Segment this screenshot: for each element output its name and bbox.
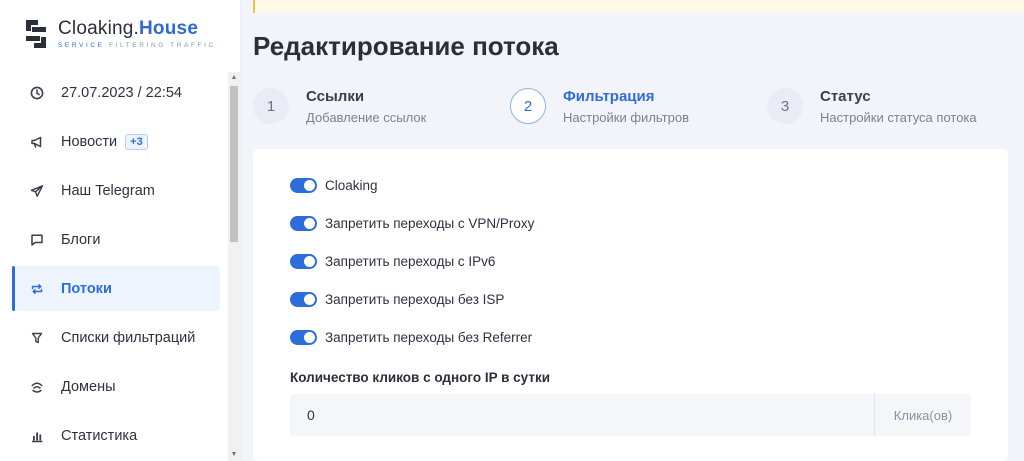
step-filtering[interactable]: 2 Фильтрация Настройки фильтров (510, 88, 689, 125)
sidebar-item-label: Блоги (61, 231, 101, 248)
clicks-per-ip-input[interactable] (290, 394, 874, 436)
toggle-label: Запретить переходы с VPN/Proxy (325, 216, 535, 231)
telegram-icon (30, 184, 44, 198)
step-links[interactable]: 1 Ссылки Добавление ссылок (253, 88, 426, 125)
sidebar-item-statistics[interactable]: Статистика (12, 413, 220, 458)
step-title: Ссылки (306, 88, 365, 105)
scrollbar-thumb[interactable] (230, 86, 238, 242)
scroll-down-icon[interactable]: ▼ (228, 449, 240, 461)
block-ipv6-toggle[interactable] (290, 254, 317, 269)
scroll-up-icon[interactable]: ▲ (228, 72, 240, 84)
block-vpn-proxy-toggle[interactable] (290, 216, 317, 231)
step-number: 1 (253, 88, 289, 124)
step-number: 3 (767, 88, 803, 124)
block-no-referrer-toggle[interactable] (290, 330, 317, 345)
bar-chart-icon (30, 429, 44, 443)
step-title: Фильтрация (563, 88, 655, 105)
sidebar-item-telegram[interactable]: Наш Telegram (12, 168, 220, 213)
step-status[interactable]: 3 Статус Настройки статуса потока (767, 88, 977, 125)
step-subtitle: Добавление ссылок (306, 110, 427, 125)
step-title: Статус (820, 88, 871, 105)
news-count-badge: +3 (125, 133, 148, 150)
clicks-per-ip-group: Клика(ов) (290, 394, 971, 436)
page-title: Редактирование потока (253, 31, 559, 61)
sidebar-item-label: 27.07.2023 / 22:54 (61, 84, 182, 101)
logo-icon (26, 20, 46, 48)
sidebar-item-blogs[interactable]: Блоги (12, 217, 220, 262)
logo-tagline: SERVICE FILTERING TRAFFIC (58, 42, 216, 49)
step-subtitle: Настройки фильтров (563, 110, 689, 125)
toggle-label: Запретить переходы без Referrer (325, 330, 533, 345)
toggle-label: Запретить переходы без ISP (325, 292, 505, 307)
sidebar-item-datetime: 27.07.2023 / 22:54 (12, 70, 220, 115)
toggle-label: Запретить переходы с IPv6 (325, 254, 496, 269)
filter-icon (30, 331, 44, 345)
clicks-per-ip-label: Количество кликов с одного IP в сутки (290, 370, 551, 385)
cloaking-toggle[interactable] (290, 178, 317, 193)
sidebar-item-streams[interactable]: Потоки (12, 266, 220, 311)
sidebar-nav: 27.07.2023 / 22:54 Новости +3 Наш Telegr… (12, 70, 220, 461)
block-no-isp-toggle[interactable] (290, 292, 317, 307)
chat-icon (30, 233, 44, 247)
sidebar-scrollbar[interactable]: ▲ ▼ (228, 72, 240, 461)
clicks-unit-suffix: Клика(ов) (874, 394, 971, 436)
toggle-row-cloaking: Cloaking (290, 178, 378, 193)
filters-card: Cloaking Запретить переходы с VPN/Proxy … (253, 149, 1008, 461)
clock-icon (30, 86, 44, 100)
sidebar-item-news[interactable]: Новости +3 (12, 119, 220, 164)
notice-banner (253, 0, 1024, 13)
toggle-row-ipv6: Запретить переходы с IPv6 (290, 254, 495, 269)
repeat-icon (30, 282, 44, 296)
sidebar-item-label: Домены (61, 378, 116, 395)
toggle-label: Cloaking (325, 178, 378, 193)
sidebar-item-filter-lists[interactable]: Списки фильтраций (12, 315, 220, 360)
sidebar-item-label: Списки фильтраций (61, 329, 196, 346)
logo-title: Cloaking.House (58, 18, 199, 39)
next-field-label-cutoff (290, 454, 590, 461)
step-subtitle: Настройки статуса потока (820, 110, 977, 125)
toggle-row-isp: Запретить переходы без ISP (290, 292, 504, 307)
globe-icon (30, 380, 44, 394)
sidebar-item-domains[interactable]: Домены (12, 364, 220, 409)
sidebar: Cloaking.House SERVICE FILTERING TRAFFIC… (0, 0, 241, 461)
toggle-row-vpn-proxy: Запретить переходы с VPN/Proxy (290, 216, 534, 231)
logo[interactable]: Cloaking.House SERVICE FILTERING TRAFFIC (24, 18, 216, 50)
sidebar-item-label: Статистика (61, 427, 138, 444)
megaphone-icon (30, 135, 44, 149)
sidebar-item-label: Новости (61, 133, 118, 150)
toggle-row-referrer: Запретить переходы без Referrer (290, 330, 532, 345)
step-number: 2 (510, 88, 546, 124)
sidebar-item-label: Наш Telegram (61, 182, 155, 199)
sidebar-item-label: Потоки (61, 280, 112, 297)
